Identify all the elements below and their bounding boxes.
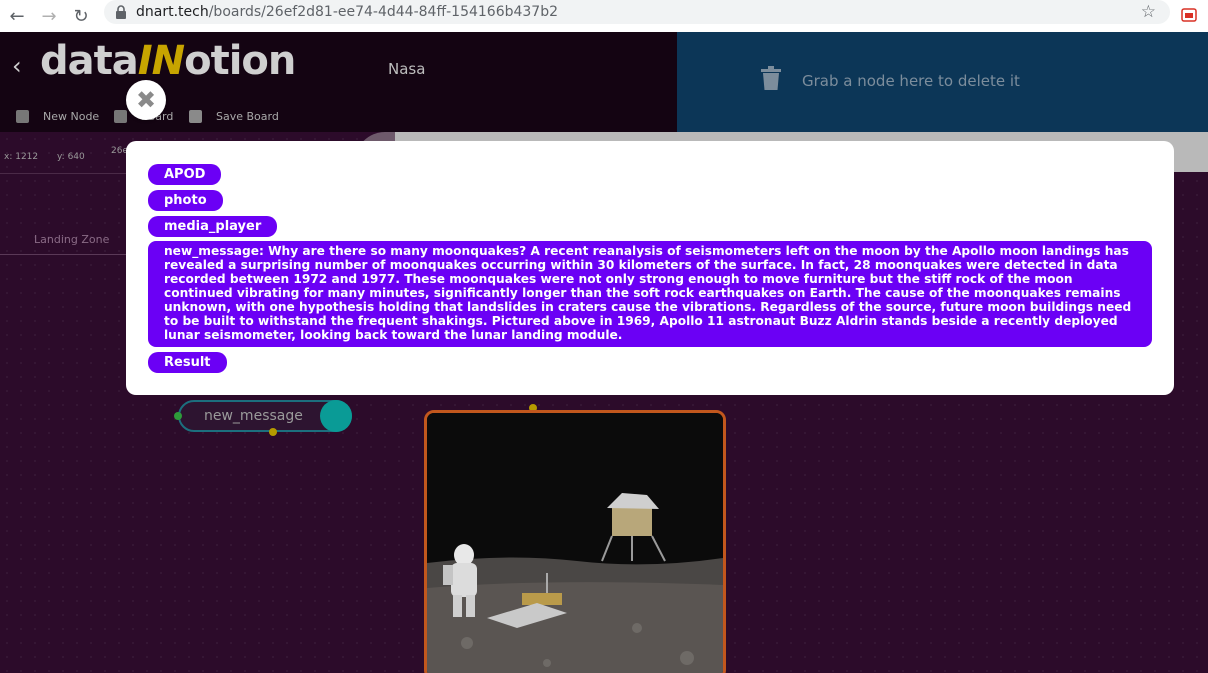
back-icon[interactable]: ← bbox=[4, 3, 30, 29]
node-input-port[interactable] bbox=[174, 412, 182, 420]
reload-icon[interactable]: ↻ bbox=[68, 3, 94, 29]
address-bar[interactable]: dnart.tech/boards/26ef2d81-ee74-4d44-84f… bbox=[104, 0, 1170, 24]
chip-apod[interactable]: APOD bbox=[148, 164, 222, 185]
board-icon bbox=[114, 110, 127, 123]
new-node-button[interactable]: New Node bbox=[16, 110, 99, 123]
chevron-left-icon[interactable]: ‹ bbox=[12, 52, 22, 80]
chip-photo[interactable]: photo bbox=[148, 190, 223, 211]
delete-drop-zone[interactable]: Grab a node here to delete it bbox=[677, 32, 1208, 132]
landing-zone-label: Landing Zone bbox=[34, 233, 110, 246]
node-detail-modal: APOD photo media_player new_message: Why… bbox=[126, 141, 1174, 395]
trash-icon bbox=[761, 66, 781, 94]
extension-icon[interactable] bbox=[1178, 4, 1200, 26]
apollo-moon-photo bbox=[427, 413, 723, 673]
close-icon[interactable]: ✖ bbox=[126, 80, 166, 120]
result-button[interactable]: Result bbox=[148, 352, 227, 373]
coord-y: y: 640 bbox=[57, 152, 85, 162]
app-logo: dataINotion bbox=[40, 38, 296, 84]
node-output-port[interactable] bbox=[269, 428, 277, 436]
save-icon bbox=[189, 110, 202, 123]
url-host: dnart.tech bbox=[136, 4, 209, 20]
chip-media-player[interactable]: media_player bbox=[148, 216, 278, 237]
forward-icon[interactable]: → bbox=[36, 3, 62, 29]
board-title: Nasa bbox=[388, 60, 426, 78]
new-node-label: New Node bbox=[43, 110, 100, 123]
save-board-button[interactable]: Save Board bbox=[189, 110, 279, 123]
url-text: dnart.tech/boards/26ef2d81-ee74-4d44-84f… bbox=[136, 4, 558, 20]
new-node-icon bbox=[16, 110, 29, 123]
node-new-message[interactable]: new_message bbox=[178, 400, 352, 432]
coord-x: x: 1212 bbox=[4, 152, 39, 162]
save-board-label: Save Board bbox=[216, 110, 279, 123]
url-path: /boards/26ef2d81-ee74-4d44-84ff-154166b4… bbox=[208, 4, 559, 20]
app-root: ‹ dataINotion Nasa New Node Board Save B… bbox=[0, 32, 1208, 673]
browser-toolbar: ← → ↻ dnart.tech/boards/26ef2d81-ee74-4d… bbox=[0, 0, 1208, 33]
node-new-message-label: new_message bbox=[204, 408, 303, 424]
app-header: ‹ dataINotion Nasa New Node Board Save B… bbox=[0, 32, 677, 132]
delete-zone-label: Grab a node here to delete it bbox=[802, 72, 1020, 90]
new-message-text: new_message: Why are there so many moonq… bbox=[148, 241, 1152, 347]
media-player-node[interactable] bbox=[424, 410, 726, 673]
bookmark-star-icon[interactable]: ☆ bbox=[1141, 2, 1156, 22]
lock-icon bbox=[114, 5, 128, 19]
node-toggle-knob[interactable] bbox=[320, 400, 352, 432]
